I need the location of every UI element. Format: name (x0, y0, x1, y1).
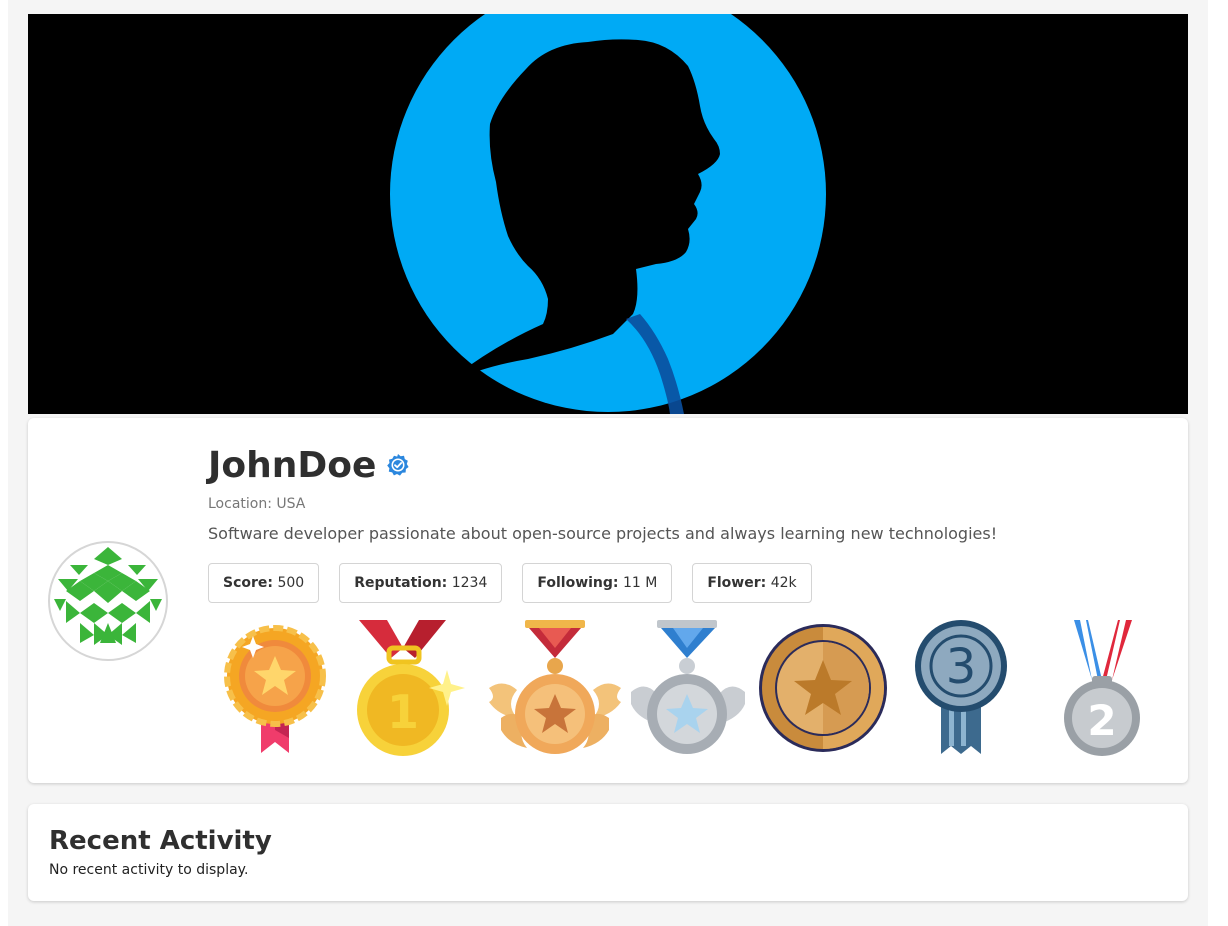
username: JohnDoe (208, 444, 377, 486)
stat-value: 11 M (622, 575, 658, 591)
winged-silver-star-medal-icon[interactable] (629, 618, 749, 758)
recent-activity-card: Recent Activity No recent activity to di… (28, 804, 1188, 901)
bio: Software developer passionate about open… (208, 524, 998, 543)
stat-label: Reputation: (354, 575, 448, 591)
recent-activity-title: Recent Activity (49, 826, 272, 856)
svg-text:2: 2 (1087, 696, 1116, 745)
recent-activity-empty-text: No recent activity to display. (49, 862, 249, 878)
stat-following[interactable]: Following: 11 M (522, 563, 673, 603)
location-value: USA (276, 496, 306, 512)
gold-star-rosette-medal-icon[interactable] (223, 618, 328, 758)
location-label: Location: (208, 496, 272, 512)
first-place-gold-medal-icon[interactable]: 1 (351, 618, 466, 758)
winged-bronze-star-medal-icon[interactable] (481, 618, 621, 758)
second-place-silver-medal-icon[interactable]: 2 (1058, 618, 1148, 758)
svg-text:1: 1 (387, 685, 419, 739)
silhouette-cover-image (28, 14, 1188, 414)
stat-value: 500 (277, 575, 305, 591)
stat-reputation[interactable]: Reputation: 1234 (339, 563, 503, 603)
stat-flower[interactable]: Flower: 42k (692, 563, 812, 603)
stat-value: 1234 (451, 575, 488, 591)
name-row: JohnDoe (208, 440, 1168, 490)
location: Location: USA (208, 496, 1168, 512)
avatar[interactable] (48, 541, 168, 661)
stat-value: 42k (770, 575, 797, 591)
third-place-ribbon-icon[interactable]: 3 (911, 618, 1011, 758)
bronze-star-coin-medal-icon[interactable] (758, 618, 893, 758)
stat-score[interactable]: Score: 500 (208, 563, 320, 603)
stat-label: Score: (223, 575, 273, 591)
stat-label: Following: (537, 575, 619, 591)
profile-info: JohnDoe Location: USA Software developer… (208, 440, 1168, 603)
stats-row: Score: 500 Reputation: 1234 Following: 1… (208, 563, 1168, 603)
cover-banner (28, 14, 1188, 414)
svg-text:3: 3 (946, 639, 977, 695)
identicon-pattern (54, 547, 162, 645)
verified-badge-icon (386, 453, 410, 477)
badges-row: 1 3 2 (223, 618, 1153, 763)
profile-page: JohnDoe Location: USA Software developer… (8, 0, 1208, 926)
profile-card: JohnDoe Location: USA Software developer… (28, 418, 1188, 783)
stat-label: Flower: (707, 575, 767, 591)
